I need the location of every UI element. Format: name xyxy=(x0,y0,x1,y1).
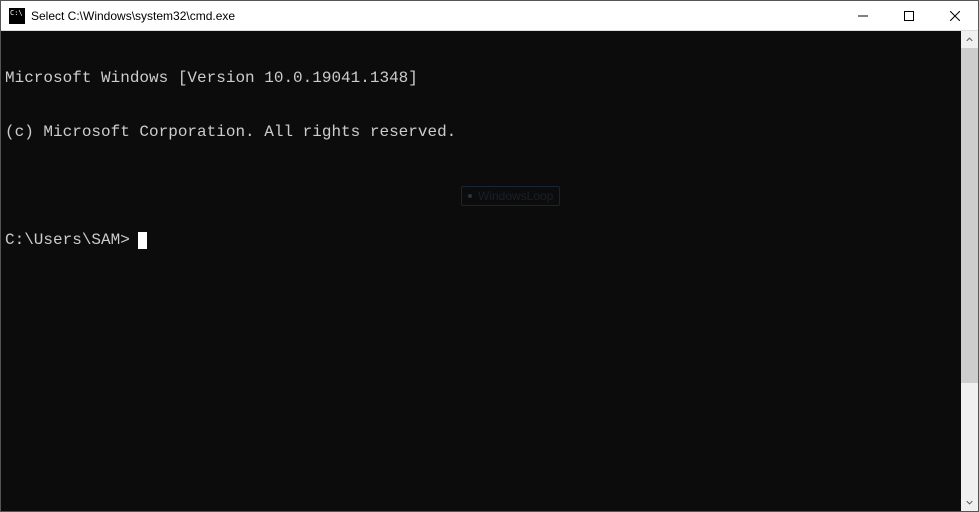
content-area: Microsoft Windows [Version 10.0.19041.13… xyxy=(1,31,978,511)
scroll-thumb[interactable] xyxy=(961,48,978,383)
maximize-button[interactable] xyxy=(886,1,932,30)
chevron-up-icon xyxy=(966,36,973,43)
titlebar[interactable]: Select C:\Windows\system32\cmd.exe xyxy=(1,1,978,31)
cmd-window: Select C:\Windows\system32\cmd.exe Micro… xyxy=(0,0,979,512)
minimize-button[interactable] xyxy=(840,1,886,30)
terminal-prompt-line: C:\Users\SAM> xyxy=(5,231,957,249)
terminal-line: Microsoft Windows [Version 10.0.19041.13… xyxy=(5,69,957,87)
terminal[interactable]: Microsoft Windows [Version 10.0.19041.13… xyxy=(1,31,961,511)
scroll-up-button[interactable] xyxy=(961,31,978,48)
scroll-track[interactable] xyxy=(961,48,978,494)
watermark: WindowsLoop xyxy=(461,186,560,206)
terminal-line: (c) Microsoft Corporation. All rights re… xyxy=(5,123,957,141)
chevron-down-icon xyxy=(966,499,973,506)
maximize-icon xyxy=(904,11,914,21)
cmd-icon xyxy=(9,8,25,24)
scroll-down-button[interactable] xyxy=(961,494,978,511)
close-icon xyxy=(950,11,960,21)
window-controls xyxy=(840,1,978,30)
close-button[interactable] xyxy=(932,1,978,30)
vertical-scrollbar[interactable] xyxy=(961,31,978,511)
watermark-text: WindowsLoop xyxy=(478,187,553,205)
terminal-prompt: C:\Users\SAM> xyxy=(5,231,130,249)
minimize-icon xyxy=(858,11,868,21)
terminal-cursor xyxy=(138,232,147,249)
window-title: Select C:\Windows\system32\cmd.exe xyxy=(31,9,840,23)
watermark-dot-icon xyxy=(468,194,472,198)
